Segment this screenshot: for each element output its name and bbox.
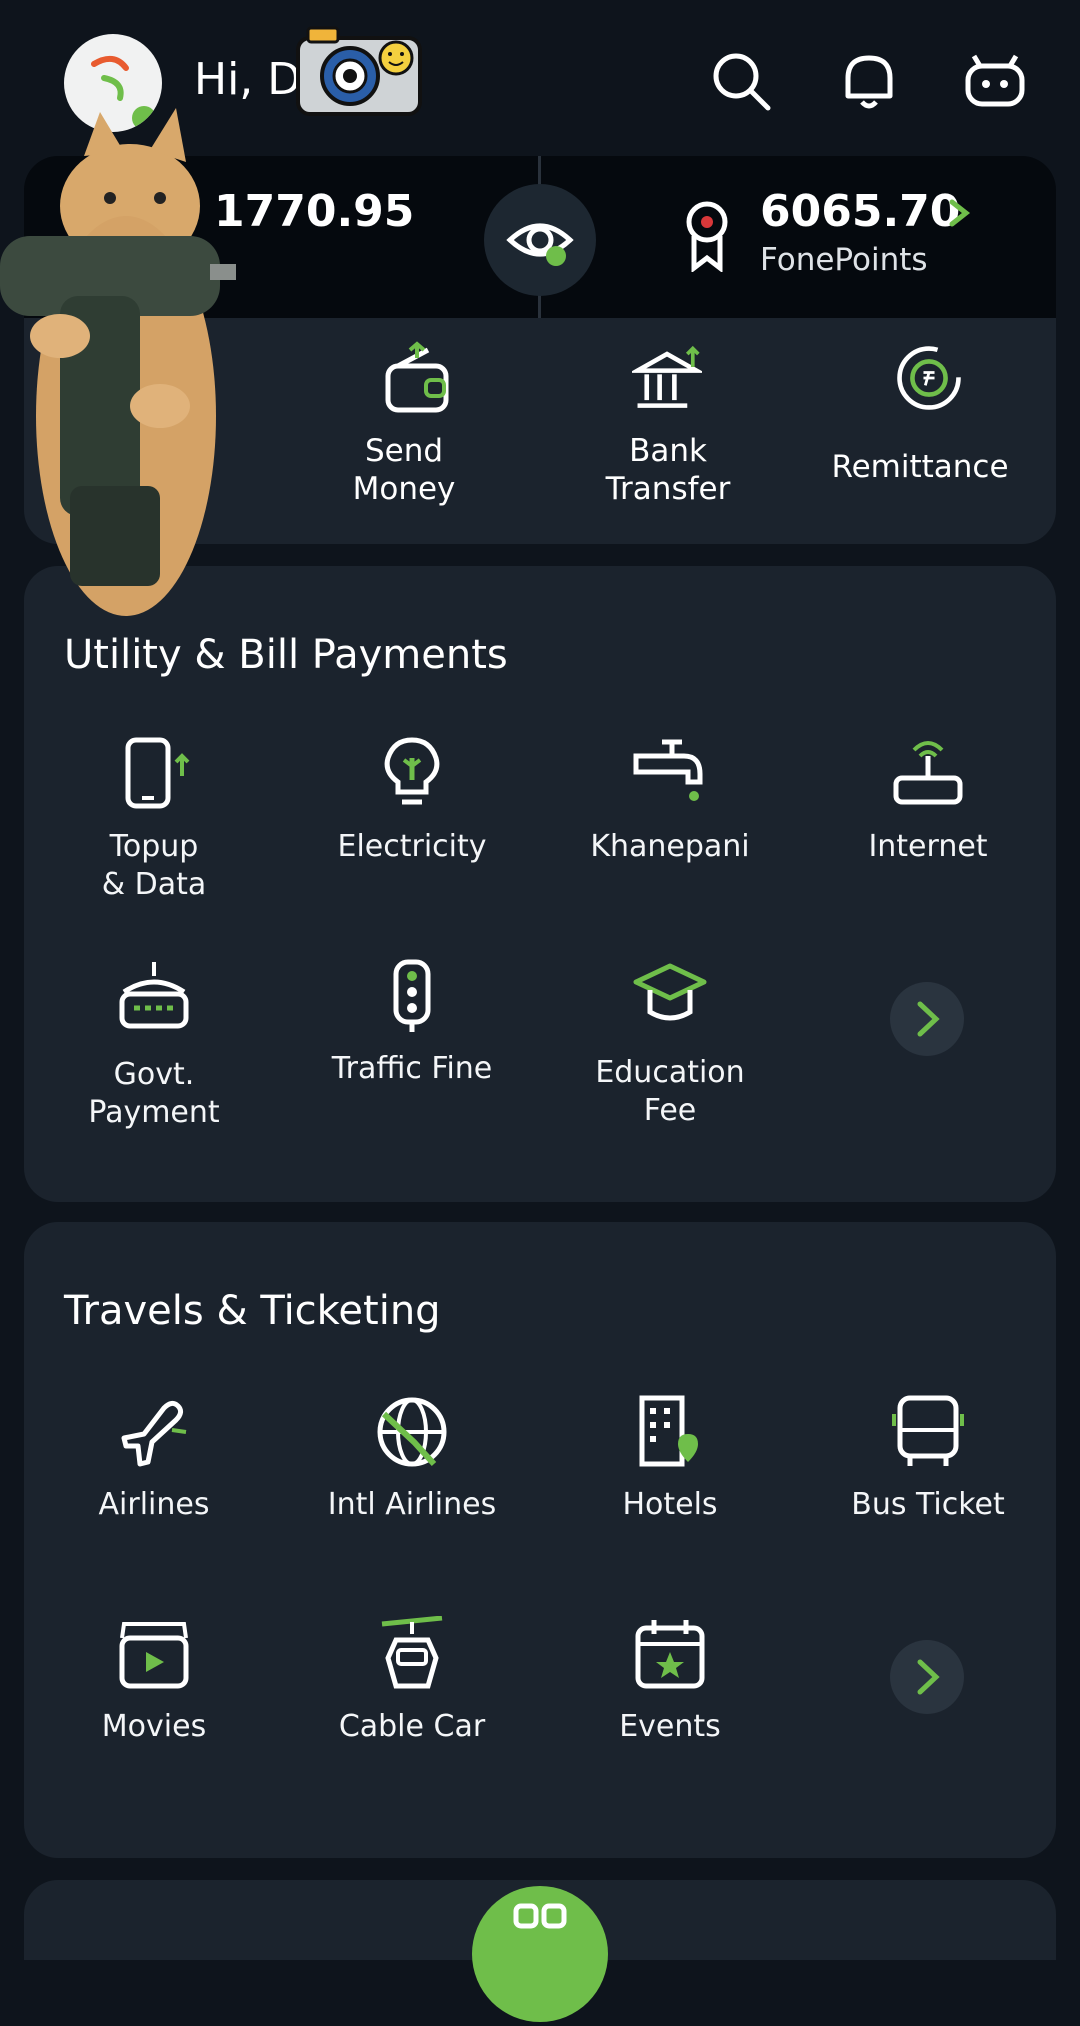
topup-data-tile[interactable]: Topup & Data — [34, 736, 274, 916]
camera-sticker — [296, 26, 422, 116]
bank-icon — [632, 345, 702, 408]
balance-amount: 1770.95 — [214, 186, 415, 237]
government-icon — [119, 962, 189, 1029]
airlines-label: Airlines — [98, 1487, 210, 1522]
fonepoints-medal-icon — [686, 201, 728, 272]
scan-button[interactable] — [472, 1886, 608, 2022]
traffic-fine-label: Traffic Fine — [331, 1051, 493, 1086]
khanepani-label: Khanepani — [590, 829, 750, 864]
intl-airlines-label: Intl Airlines — [327, 1487, 497, 1522]
fonepoints-label[interactable]: FonePoints — [760, 242, 928, 278]
send-money-label: Send Money — [352, 433, 456, 507]
travel-section-title: Travels & Ticketing — [64, 1288, 441, 1334]
electricity-label: Electricity — [337, 829, 487, 864]
fonepoints-value[interactable]: 6065.70 — [760, 186, 960, 237]
clapper-icon — [119, 1622, 189, 1689]
cable-car-tile[interactable]: Cable Car — [292, 1616, 532, 1776]
tap-icon — [633, 739, 703, 801]
events-tile[interactable]: Events — [550, 1616, 790, 1776]
intl-airlines-tile[interactable]: Intl Airlines — [292, 1394, 532, 1554]
hotels-tile[interactable]: Hotels — [550, 1394, 790, 1554]
scan-icon — [513, 1903, 567, 1929]
travel-more-button[interactable] — [890, 1640, 964, 1714]
utility-more-button[interactable] — [890, 982, 964, 1056]
calendar-icon — [635, 1620, 705, 1689]
airlines-tile[interactable]: Airlines — [34, 1394, 274, 1554]
wallet-send-icon — [385, 341, 449, 413]
bus-ticket-tile[interactable]: Bus Ticket — [808, 1394, 1048, 1554]
phone-topup-icon — [125, 737, 190, 809]
search-icon[interactable] — [706, 46, 776, 116]
education-fee-tile[interactable]: Education Fee — [550, 958, 790, 1138]
internet-label: Internet — [868, 829, 988, 864]
globe-plane-icon — [377, 1397, 447, 1467]
toggle-balance-visibility-button[interactable] — [484, 184, 596, 296]
internet-tile[interactable]: Internet — [808, 736, 1048, 916]
traffic-fine-tile[interactable]: Traffic Fine — [292, 958, 532, 1138]
bus-icon — [892, 1395, 964, 1466]
eye-icon — [506, 223, 574, 266]
airplane-icon — [121, 1400, 187, 1467]
hotels-label: Hotels — [622, 1487, 718, 1522]
utility-section-title: Utility & Bill Payments — [64, 632, 508, 678]
router-icon — [893, 741, 963, 805]
chevron-right-icon[interactable] — [944, 196, 974, 230]
electricity-tile[interactable]: Electricity — [292, 736, 532, 916]
cat-with-drill-sticker — [0, 108, 236, 616]
remittance-label: Remittance — [831, 449, 1009, 485]
bell-icon[interactable] — [834, 46, 904, 116]
bank-transfer-label: Bank Transfer — [605, 433, 731, 507]
cable-car-icon — [381, 1616, 443, 1689]
bot-icon[interactable] — [960, 46, 1030, 116]
bulb-icon — [384, 737, 440, 805]
bus-ticket-label: Bus Ticket — [851, 1487, 1005, 1522]
hotel-icon — [639, 1395, 698, 1467]
govt-payment-tile[interactable]: Govt. Payment — [34, 958, 274, 1138]
remittance-icon — [897, 346, 961, 410]
traffic-light-icon — [393, 959, 431, 1032]
cable-car-label: Cable Car — [338, 1709, 486, 1744]
topup-data-label: Topup & Data — [101, 829, 207, 902]
movies-tile[interactable]: Movies — [34, 1616, 274, 1776]
chevron-right-icon — [917, 1001, 940, 1037]
chevron-right-icon — [917, 1659, 940, 1695]
education-fee-label: Education Fee — [595, 1055, 745, 1128]
govt-payment-label: Govt. Payment — [88, 1057, 220, 1130]
graduation-cap-icon — [633, 963, 707, 1021]
khanepani-tile[interactable]: Khanepani — [550, 736, 790, 916]
events-label: Events — [619, 1709, 721, 1744]
movies-label: Movies — [101, 1709, 207, 1744]
